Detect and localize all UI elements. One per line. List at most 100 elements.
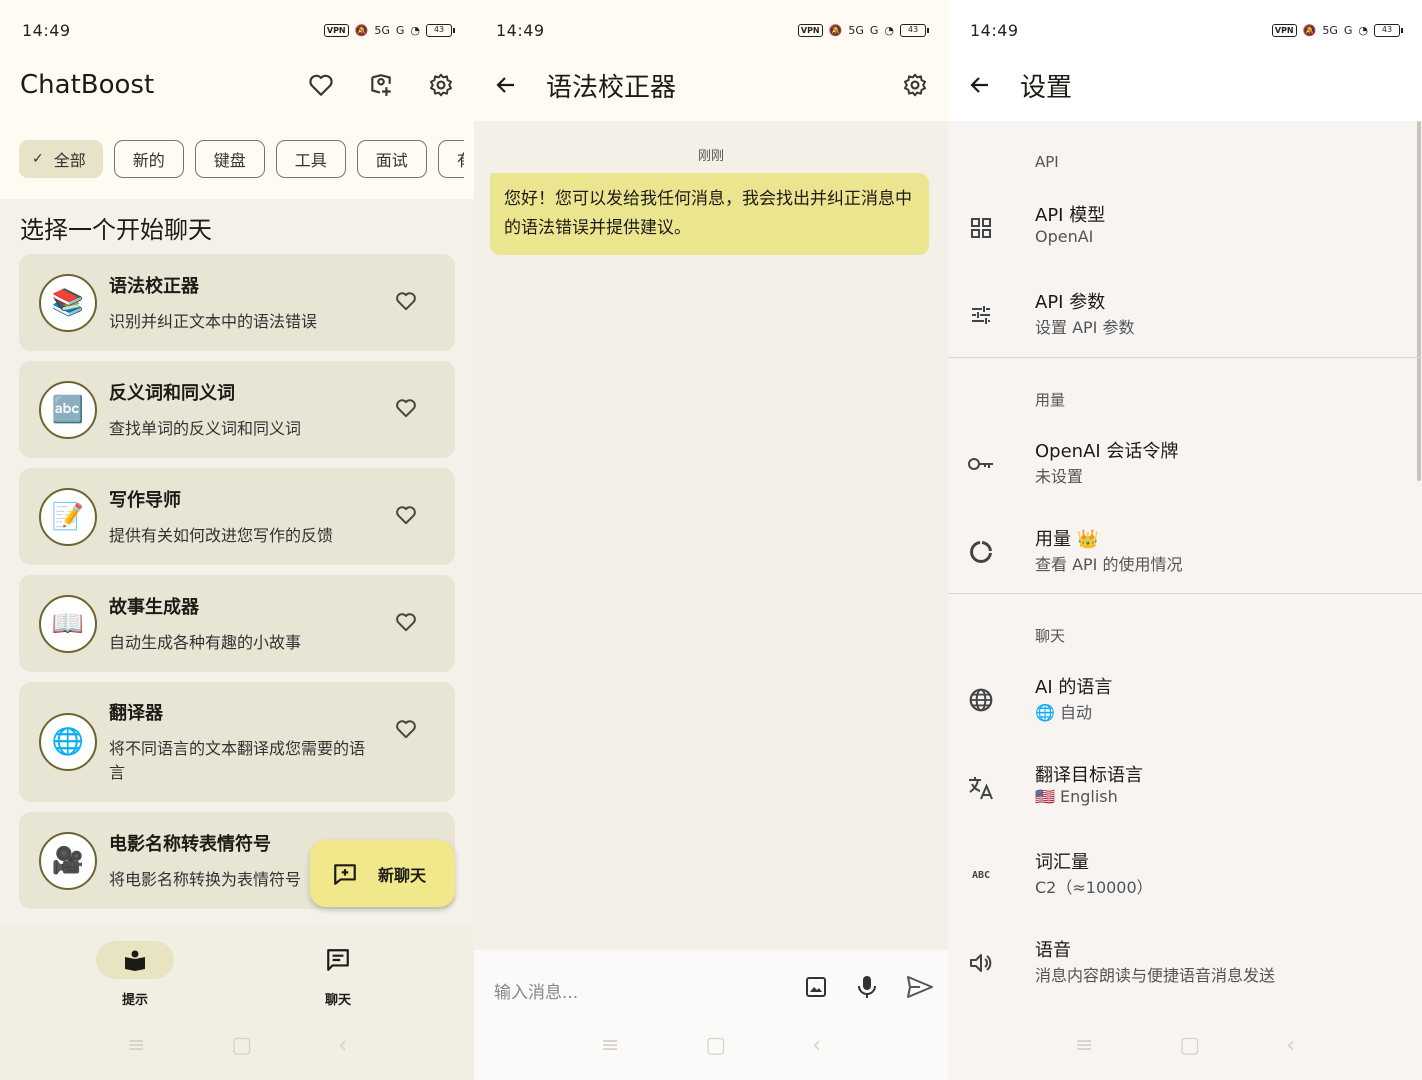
setting-usage[interactable]: 用量 👑 查看 API 的使用情况: [948, 517, 1422, 589]
back-arrow-icon[interactable]: [968, 73, 992, 97]
setting-api-params[interactable]: API 参数 设置 API 参数: [948, 280, 1422, 352]
setting-title: AI 的语言: [1035, 677, 1113, 698]
favorites-heart-icon[interactable]: [308, 73, 334, 97]
prompt-card-writing[interactable]: 📝 写作导师 提供有关如何改进您写作的反馈: [19, 468, 455, 565]
nav-label: 提示: [121, 993, 148, 1008]
chip-interview[interactable]: 面试: [356, 140, 427, 178]
chip-all[interactable]: ✓ 全部: [19, 140, 103, 178]
prompt-card-translator[interactable]: 🌐 翻译器 将不同语言的文本翻译成您需要的语言: [19, 682, 455, 802]
key-icon: [966, 449, 996, 479]
grid-icon: [966, 213, 996, 243]
translate-icon: [966, 773, 996, 803]
signal-icon-2: G: [869, 23, 879, 37]
vpn-icon: VPN: [323, 23, 349, 37]
signal-icon: 5G: [1322, 23, 1338, 37]
back-icon[interactable]: ‹: [1286, 1033, 1295, 1058]
divider: [948, 593, 1422, 594]
nav-chats[interactable]: 聊天: [268, 941, 408, 1008]
image-icon[interactable]: [804, 975, 828, 999]
card-desc: 提供有关如何改进您写作的反馈: [109, 525, 334, 545]
chat-title: 语法校正器: [546, 72, 677, 103]
chip-tools[interactable]: 工具: [275, 140, 346, 178]
back-icon[interactable]: ‹: [812, 1033, 821, 1058]
app-title: ChatBoost: [20, 70, 155, 100]
battery-icon: 43: [900, 23, 929, 37]
app-bar: 设置: [948, 60, 1422, 110]
prompt-card-synonyms[interactable]: 🔤 反义词和同义词 查找单词的反义词和同义词: [19, 361, 455, 458]
prompt-card-grammar[interactable]: 📚 语法校正器 识别并纠正文本中的语法错误: [19, 254, 455, 351]
signal-icon: 5G: [374, 23, 390, 37]
status-icons: VPN 🔕 5G G ◔ 43: [1271, 23, 1403, 37]
message-timestamp: 刚刚: [697, 149, 724, 164]
tune-icon: [966, 300, 996, 330]
chip-more[interactable]: 有: [437, 140, 464, 178]
card-desc: 查找单词的反义词和同义词: [109, 418, 302, 438]
home-icon[interactable]: ▢: [705, 1033, 726, 1058]
new-chat-button[interactable]: 新聊天: [310, 840, 455, 907]
group-api: API: [1035, 153, 1059, 171]
setting-value: 未设置: [1035, 467, 1084, 486]
wifi-icon: ◔: [1358, 23, 1368, 37]
setting-value: C2（≈10000）: [1035, 878, 1153, 897]
heart-icon[interactable]: [395, 398, 417, 418]
home-icon[interactable]: ▢: [1179, 1033, 1200, 1058]
message-input[interactable]: 输入消息...: [494, 978, 578, 1003]
heart-icon[interactable]: [395, 719, 417, 739]
back-icon[interactable]: ‹: [338, 1033, 347, 1058]
setting-title: 用量 👑: [1035, 529, 1100, 550]
settings-gear-icon[interactable]: [428, 72, 454, 98]
group-chat: 聊天: [1035, 627, 1066, 645]
microphone-icon[interactable]: [856, 974, 878, 1000]
prompts-screen: 14:49 VPN 🔕 5G G ◔ 43 ChatBoost ✓ 全部 新的 键…: [0, 0, 474, 1080]
battery-icon: 43: [426, 23, 455, 37]
setting-translate-target[interactable]: 翻译目标语言 🇺🇸 English: [948, 753, 1422, 825]
back-arrow-icon[interactable]: [494, 73, 518, 97]
status-icons: VPN 🔕 5G G ◔ 43: [323, 23, 455, 37]
menu-icon[interactable]: ≡: [1075, 1033, 1093, 1058]
status-time: 14:49: [970, 20, 1019, 40]
settings-screen: 14:49 VPN 🔕 5G G ◔ 43 设置 API API 模型 Open…: [948, 0, 1422, 1080]
nav-prompts[interactable]: 提示: [65, 941, 205, 1008]
assistant-message: 您好！您可以发给我任何消息，我会找出并纠正消息中的语法错误并提供建议。: [490, 173, 929, 255]
setting-value: 消息内容朗读与便捷语音消息发送: [1035, 966, 1276, 985]
heart-icon[interactable]: [395, 612, 417, 632]
status-time: 14:49: [496, 20, 545, 40]
setting-voice[interactable]: 语音 消息内容朗读与便捷语音消息发送: [948, 928, 1422, 1000]
section-title: 选择一个开始聊天: [20, 216, 212, 244]
nav-label: 聊天: [324, 993, 351, 1008]
settings-gear-icon[interactable]: [902, 72, 928, 98]
battery-icon: 43: [1374, 23, 1403, 37]
chip-keyboard[interactable]: 键盘: [194, 140, 265, 178]
add-prompt-icon[interactable]: [368, 72, 394, 98]
prompt-card-story[interactable]: 📖 故事生成器 自动生成各种有趣的小故事: [19, 575, 455, 672]
setting-session-token[interactable]: OpenAI 会话令牌 未设置: [948, 429, 1422, 501]
home-icon[interactable]: ▢: [231, 1033, 252, 1058]
setting-ai-language[interactable]: AI 的语言 🌐 自动: [948, 665, 1422, 737]
card-desc: 自动生成各种有趣的小故事: [109, 632, 302, 652]
status-time: 14:49: [22, 20, 71, 40]
abc-icon: ABC: [971, 869, 991, 881]
vpn-icon: VPN: [1271, 23, 1297, 37]
heart-icon[interactable]: [395, 291, 417, 311]
chip-new[interactable]: 新的: [113, 140, 184, 178]
setting-value: 设置 API 参数: [1035, 318, 1135, 337]
heart-icon[interactable]: [395, 505, 417, 525]
menu-icon[interactable]: ≡: [601, 1033, 619, 1058]
setting-vocabulary[interactable]: ABC 词汇量 C2（≈10000）: [948, 840, 1422, 912]
wifi-icon: ◔: [884, 23, 894, 37]
category-chips: ✓ 全部 新的 键盘 工具 面试 有: [19, 140, 464, 178]
setting-api-model[interactable]: API 模型 OpenAI: [948, 193, 1422, 265]
system-navigation: ≡ ▢ ‹: [474, 1033, 948, 1058]
menu-icon[interactable]: ≡: [127, 1033, 145, 1058]
mute-icon: 🔕: [1302, 23, 1317, 37]
prompt-cards: 📚 语法校正器 识别并纠正文本中的语法错误 🔤 反义词和同义词 查找单词的反义词和同…: [19, 254, 455, 919]
prompt-book-icon: [123, 949, 147, 971]
mute-icon: 🔕: [354, 23, 369, 37]
app-bar: ChatBoost: [0, 60, 474, 110]
card-title: 语法校正器: [109, 275, 199, 297]
message-input-bar: 输入消息... ≡ ▢ ‹: [474, 950, 948, 1080]
system-navigation: ≡ ▢ ‹: [0, 1033, 474, 1058]
status-bar: 14:49 VPN 🔕 5G G ◔ 43: [0, 0, 474, 60]
send-icon[interactable]: [906, 975, 934, 999]
status-bar: 14:49 VPN 🔕 5G G ◔ 43: [948, 0, 1422, 60]
